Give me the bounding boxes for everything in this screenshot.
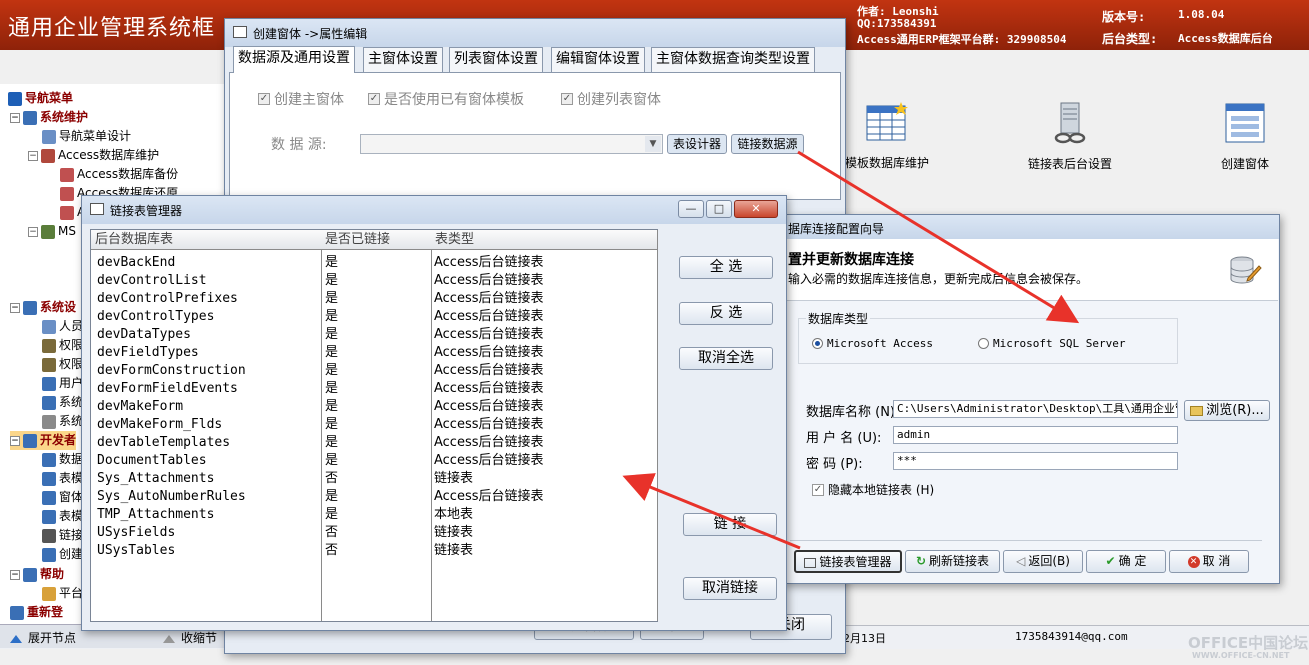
arrow-to-db-type (797, 150, 1080, 324)
annotation-arrows (622, 150, 1080, 550)
arrow-to-grid (622, 473, 801, 550)
